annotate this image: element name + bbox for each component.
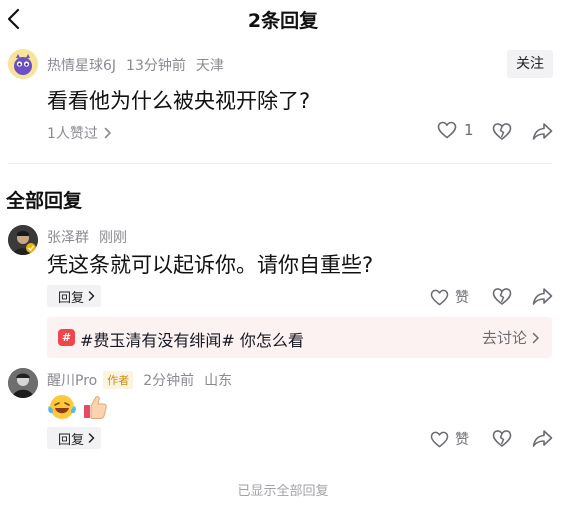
- share-button[interactable]: [532, 287, 553, 310]
- avatar-image: [8, 368, 38, 398]
- liked-by-link[interactable]: 1人赞过: [47, 123, 112, 143]
- avatar-image: [8, 49, 38, 79]
- page-title: 2条回复: [247, 10, 319, 32]
- like-button[interactable]: 赞: [430, 287, 469, 307]
- comment-text: 看看他为什么被央视开除了?: [47, 89, 311, 113]
- username[interactable]: 醒川Pro: [47, 373, 97, 389]
- dislike-button[interactable]: [492, 287, 512, 310]
- share-icon: [532, 123, 553, 140]
- like-button[interactable]: 赞: [430, 429, 469, 449]
- reply-label: 回复: [58, 290, 85, 306]
- heart-icon: [437, 121, 457, 139]
- emoji-content: [47, 393, 109, 421]
- chevron-right-icon: [88, 433, 95, 443]
- share-button[interactable]: [532, 429, 553, 452]
- reply-meta: 张泽群 刚刚: [47, 227, 137, 247]
- discuss-link[interactable]: 去讨论: [482, 327, 540, 348]
- reply-button[interactable]: 回复: [47, 285, 102, 307]
- like-button[interactable]: 1: [437, 121, 474, 139]
- thumbs-up-emoji: [84, 396, 107, 419]
- reply-label: 回复: [58, 432, 85, 448]
- like-label: 赞: [455, 290, 469, 306]
- dislike-icon: [492, 430, 512, 447]
- heart-icon: [430, 289, 449, 305]
- avatar[interactable]: [8, 225, 38, 255]
- hashtag-icon: #: [58, 329, 75, 346]
- like-count: 1: [464, 121, 474, 139]
- timestamp: 13分钟前: [126, 58, 186, 74]
- follow-button[interactable]: 关注: [507, 50, 553, 78]
- avatar[interactable]: [8, 49, 38, 79]
- crying-laughing-emoji: [48, 395, 76, 419]
- dislike-icon: [492, 288, 512, 305]
- like-label: 赞: [455, 432, 469, 448]
- share-icon: [532, 430, 553, 447]
- comment-meta: 热情星球6J 13分钟前 天津: [47, 55, 234, 75]
- liked-by-label: 1人赞过: [47, 126, 98, 142]
- author-badge: 作者: [103, 371, 134, 389]
- heart-icon: [430, 431, 449, 447]
- chevron-right-icon: [104, 127, 111, 139]
- timestamp: 2分钟前: [143, 373, 195, 389]
- location: 山东: [204, 373, 233, 389]
- avatar[interactable]: [8, 368, 38, 398]
- dislike-button[interactable]: [492, 429, 512, 452]
- avatar-image: [8, 225, 38, 255]
- topic-card[interactable]: # #费玉清有没有绯闻# 你怎么看 去讨论: [47, 317, 552, 358]
- share-icon: [532, 288, 553, 305]
- reply-meta: 醒川Pro 作者 2分钟前 山东: [47, 370, 242, 390]
- reply-button[interactable]: 回复: [47, 427, 102, 449]
- discuss-label: 去讨论: [481, 329, 527, 347]
- reply-text: 凭这条就可以起诉你。请你自重些?: [47, 253, 374, 277]
- username[interactable]: 张泽群: [47, 230, 89, 246]
- chevron-right-icon: [88, 291, 95, 301]
- dislike-icon: [492, 123, 512, 140]
- dislike-button[interactable]: [492, 122, 512, 145]
- divider: [8, 163, 552, 164]
- username[interactable]: 热情星球6J: [47, 58, 116, 74]
- share-button[interactable]: [532, 122, 553, 145]
- topic-text: #费玉清有没有绯闻# 你怎么看: [80, 331, 304, 350]
- section-title: 全部回复: [6, 190, 83, 212]
- end-of-replies-note: 已显示全部回复: [237, 484, 329, 499]
- location: 天津: [195, 58, 224, 74]
- chevron-right-icon: [532, 332, 539, 343]
- timestamp: 刚刚: [99, 230, 127, 246]
